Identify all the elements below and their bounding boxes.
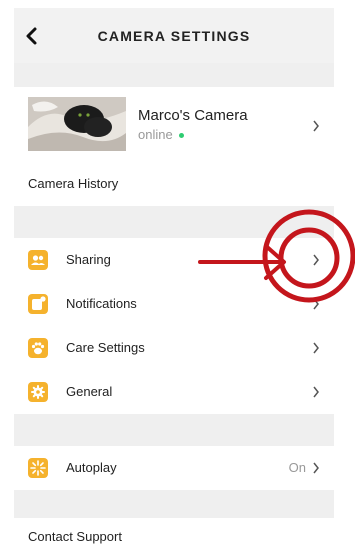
camera-history-label: Camera History (28, 176, 119, 191)
section-spacer (14, 490, 334, 518)
menu-item-care-settings[interactable]: Care Settings (14, 326, 334, 371)
settings-page: CAMERA SETTINGS Marco's Camera online Ca… (0, 0, 355, 551)
menu-item-label: Care Settings (66, 340, 145, 355)
menu-item-notifications[interactable]: Notifications (14, 282, 334, 327)
chevron-right-icon (313, 298, 319, 310)
menu-item-label: General (66, 384, 113, 399)
online-status-dot (178, 133, 184, 139)
chevron-right-icon (313, 386, 319, 398)
section-spacer (14, 63, 334, 87)
camera-status: online (138, 127, 184, 142)
camera-history-row[interactable]: Camera History (14, 162, 334, 207)
section-spacer (14, 206, 334, 238)
status-text: online (138, 127, 173, 142)
autoplay-row[interactable]: Autoplay On (14, 446, 334, 491)
page-title: CAMERA SETTINGS (97, 28, 251, 44)
camera-name: Marco's Camera (138, 107, 248, 124)
menu-item-general[interactable]: General (14, 370, 334, 415)
contact-support-row[interactable]: Contact Support (14, 518, 334, 551)
chevron-right-icon (313, 254, 319, 266)
chevron-right-icon (313, 462, 319, 474)
autoplay-label: Autoplay (66, 460, 117, 475)
sparkle-icon (28, 458, 48, 478)
paw-icon (28, 338, 48, 358)
chevron-right-icon (313, 342, 319, 354)
camera-thumbnail (28, 97, 126, 151)
section-spacer (14, 414, 334, 446)
menu-item-label: Sharing (66, 252, 111, 267)
contact-support-label: Contact Support (28, 529, 122, 544)
people-icon (28, 250, 48, 270)
chevron-right-icon (313, 120, 319, 132)
autoplay-value: On (288, 460, 306, 475)
camera-row[interactable]: Marco's Camera online (14, 87, 334, 163)
notification-icon (28, 294, 48, 314)
menu-item-label: Notifications (66, 296, 137, 311)
menu-item-sharing[interactable]: Sharing (14, 238, 334, 283)
gear-icon (28, 382, 48, 402)
header-bar: CAMERA SETTINGS (14, 8, 334, 63)
